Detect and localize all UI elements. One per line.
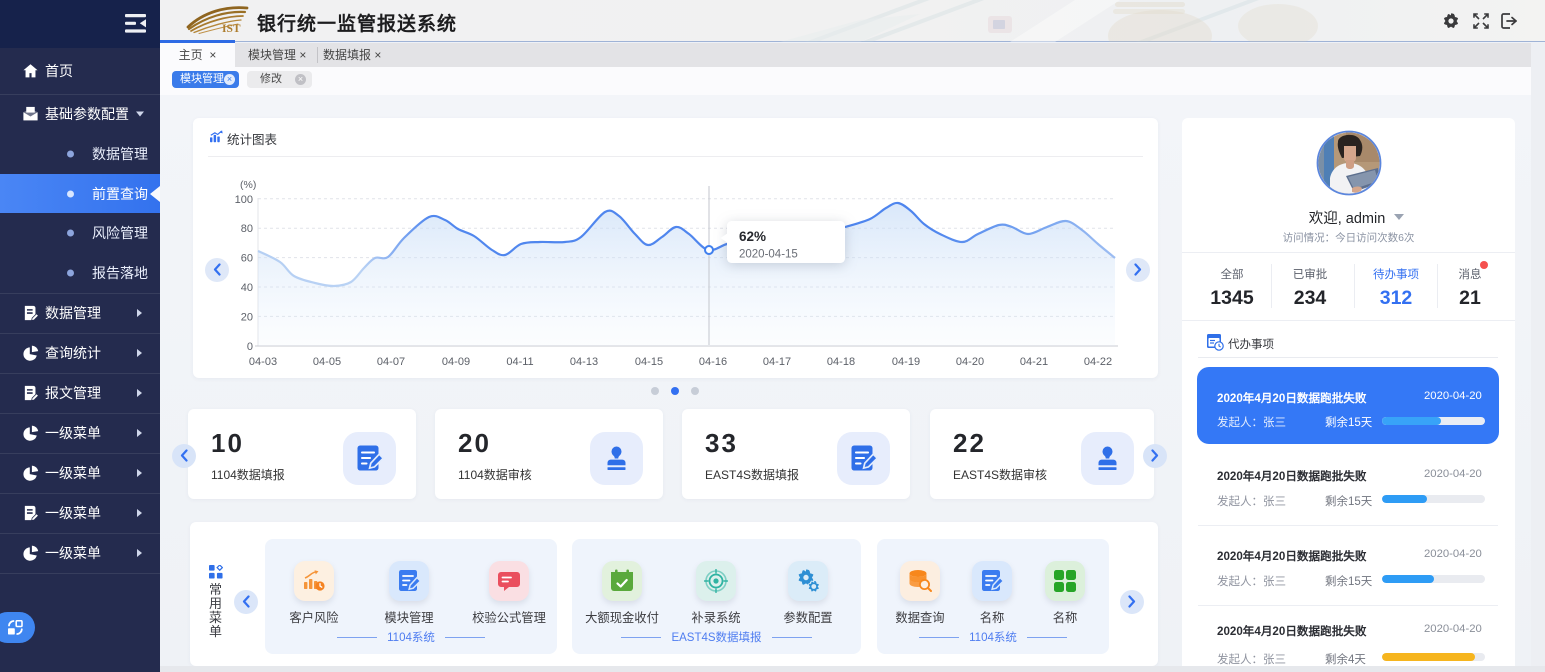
- svg-text:IST: IST: [222, 23, 241, 35]
- svg-text:62%: 62%: [739, 229, 766, 244]
- svg-text:04-21: 04-21: [1020, 356, 1048, 368]
- svg-text:04-07: 04-07: [377, 356, 405, 368]
- svg-text:04-05: 04-05: [313, 356, 341, 368]
- svg-text:04-03: 04-03: [249, 356, 277, 368]
- svg-text:80: 80: [241, 223, 253, 235]
- svg-text:40: 40: [241, 282, 253, 294]
- svg-text:100: 100: [235, 194, 253, 206]
- svg-text:04-13: 04-13: [570, 356, 598, 368]
- svg-text:04-09: 04-09: [442, 356, 470, 368]
- svg-text:04-17: 04-17: [763, 356, 791, 368]
- svg-text:04-16: 04-16: [699, 356, 727, 368]
- svg-text:60: 60: [241, 253, 253, 265]
- svg-text:04-15: 04-15: [635, 356, 663, 368]
- svg-text:(%): (%): [240, 179, 256, 191]
- svg-text:04-18: 04-18: [827, 356, 855, 368]
- svg-text:2020-04-15: 2020-04-15: [739, 249, 798, 261]
- svg-text:04-20: 04-20: [956, 356, 984, 368]
- svg-text:04-11: 04-11: [506, 356, 533, 368]
- svg-text:20: 20: [241, 312, 253, 324]
- svg-text:04-22: 04-22: [1084, 356, 1112, 368]
- svg-text:0: 0: [247, 341, 253, 353]
- svg-text:04-19: 04-19: [892, 356, 920, 368]
